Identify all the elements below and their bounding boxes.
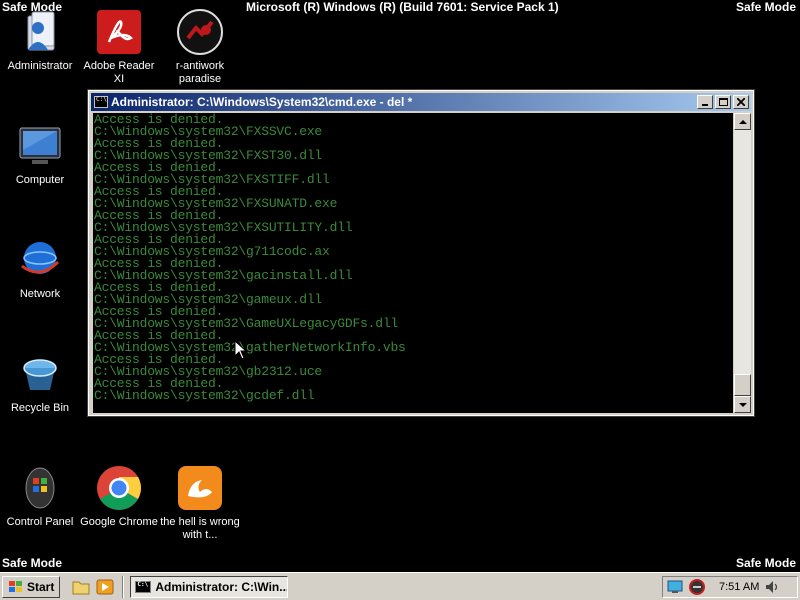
safe-mode-label-bottom-right: Safe Mode xyxy=(735,556,796,570)
uc-browser-icon xyxy=(176,464,224,512)
maximize-icon xyxy=(718,98,728,106)
desktop-icon-r-antiwork[interactable]: r-antiwork paradise xyxy=(160,8,240,86)
volume-icon[interactable] xyxy=(765,580,779,594)
scroll-down-button[interactable] xyxy=(734,396,751,413)
vertical-scrollbar[interactable] xyxy=(734,113,751,413)
desktop-icon-control-panel[interactable]: Control Panel xyxy=(0,464,80,529)
taskbar: Start Administrator: C:\Win... 7:51 AM xyxy=(0,572,800,600)
close-icon xyxy=(737,98,745,106)
security-tray-icon[interactable] xyxy=(689,579,705,595)
desktop-icon-administrator[interactable]: Administrator xyxy=(0,8,80,73)
minimize-icon xyxy=(702,104,708,106)
start-button[interactable]: Start xyxy=(2,575,61,598)
desktop-icon-label: Google Chrome xyxy=(80,516,158,528)
desktop-icon-label: Computer xyxy=(15,174,65,186)
desktop-icon-label: the hell is wrong with t... xyxy=(160,516,240,541)
recycle-bin-icon xyxy=(16,350,64,398)
taskbar-separator xyxy=(122,575,125,598)
maximize-button[interactable] xyxy=(715,95,731,109)
arrow-down-icon xyxy=(738,402,747,407)
desktop-icon-adobe-reader[interactable]: Adobe Reader XI xyxy=(79,8,159,86)
computer-icon xyxy=(16,122,64,170)
scroll-thumb[interactable] xyxy=(734,374,751,396)
chrome-icon xyxy=(95,464,143,512)
desktop-icon-computer[interactable]: Computer xyxy=(0,122,80,187)
desktop-icon-label: r-antiwork paradise xyxy=(175,60,225,85)
explorer-icon[interactable] xyxy=(72,579,90,595)
minimize-button[interactable] xyxy=(697,95,713,109)
cmd-window[interactable]: Administrator: C:\Windows\System32\cmd.e… xyxy=(87,89,755,417)
control-panel-icon xyxy=(16,464,64,512)
clock[interactable]: 7:51 AM xyxy=(719,581,759,593)
cmd-icon xyxy=(135,580,152,593)
desktop-icon-label: Recycle Bin xyxy=(10,402,70,414)
cmd-window-title: Administrator: C:\Windows\System32\cmd.e… xyxy=(111,95,413,109)
media-player-icon[interactable] xyxy=(96,579,114,595)
windows-build-label: Microsoft (R) Windows (R) (Build 7601: S… xyxy=(246,0,559,14)
user-folder-icon xyxy=(16,8,64,56)
safe-mode-label-top-right: Safe Mode xyxy=(735,0,796,14)
close-button[interactable] xyxy=(733,95,749,109)
desktop-icon-network[interactable]: Network xyxy=(0,236,80,301)
r-antiwork-icon xyxy=(176,8,224,56)
quick-launch xyxy=(72,579,114,595)
cmd-title-bar[interactable]: Administrator: C:\Windows\System32\cmd.e… xyxy=(91,93,751,111)
start-label: Start xyxy=(27,579,55,594)
arrow-up-icon xyxy=(738,119,747,124)
console-output[interactable]: Access is denied. C:\Windows\system32\FXS… xyxy=(93,113,733,413)
scroll-up-button[interactable] xyxy=(734,113,751,130)
desktop-icon-label: Network xyxy=(19,288,61,300)
windows-logo-icon xyxy=(9,580,22,592)
network-icon xyxy=(16,236,64,284)
desktop-icon-google-chrome[interactable]: Google Chrome xyxy=(79,464,159,529)
cmd-icon xyxy=(94,96,108,108)
system-tray: 7:51 AM xyxy=(662,576,798,598)
console-line: C:\Windows\system32\gcdef.dll xyxy=(94,388,315,403)
desktop-icon-uc-browser[interactable]: the hell is wrong with t... xyxy=(160,464,240,542)
desktop-icon-label: Control Panel xyxy=(6,516,74,528)
desktop-icon-label: Adobe Reader XI xyxy=(83,60,155,85)
desktop-icon-recycle-bin[interactable]: Recycle Bin xyxy=(0,350,80,415)
taskbar-cmd-button[interactable]: Administrator: C:\Win... xyxy=(130,575,289,598)
safe-mode-label-bottom-left: Safe Mode xyxy=(2,556,63,570)
taskbar-cmd-label: Administrator: C:\Win... xyxy=(155,579,289,594)
mouse-cursor-icon xyxy=(234,340,248,360)
adobe-reader-icon xyxy=(95,8,143,56)
network-tray-icon[interactable] xyxy=(667,580,683,594)
desktop-icon-label: Administrator xyxy=(7,60,73,72)
